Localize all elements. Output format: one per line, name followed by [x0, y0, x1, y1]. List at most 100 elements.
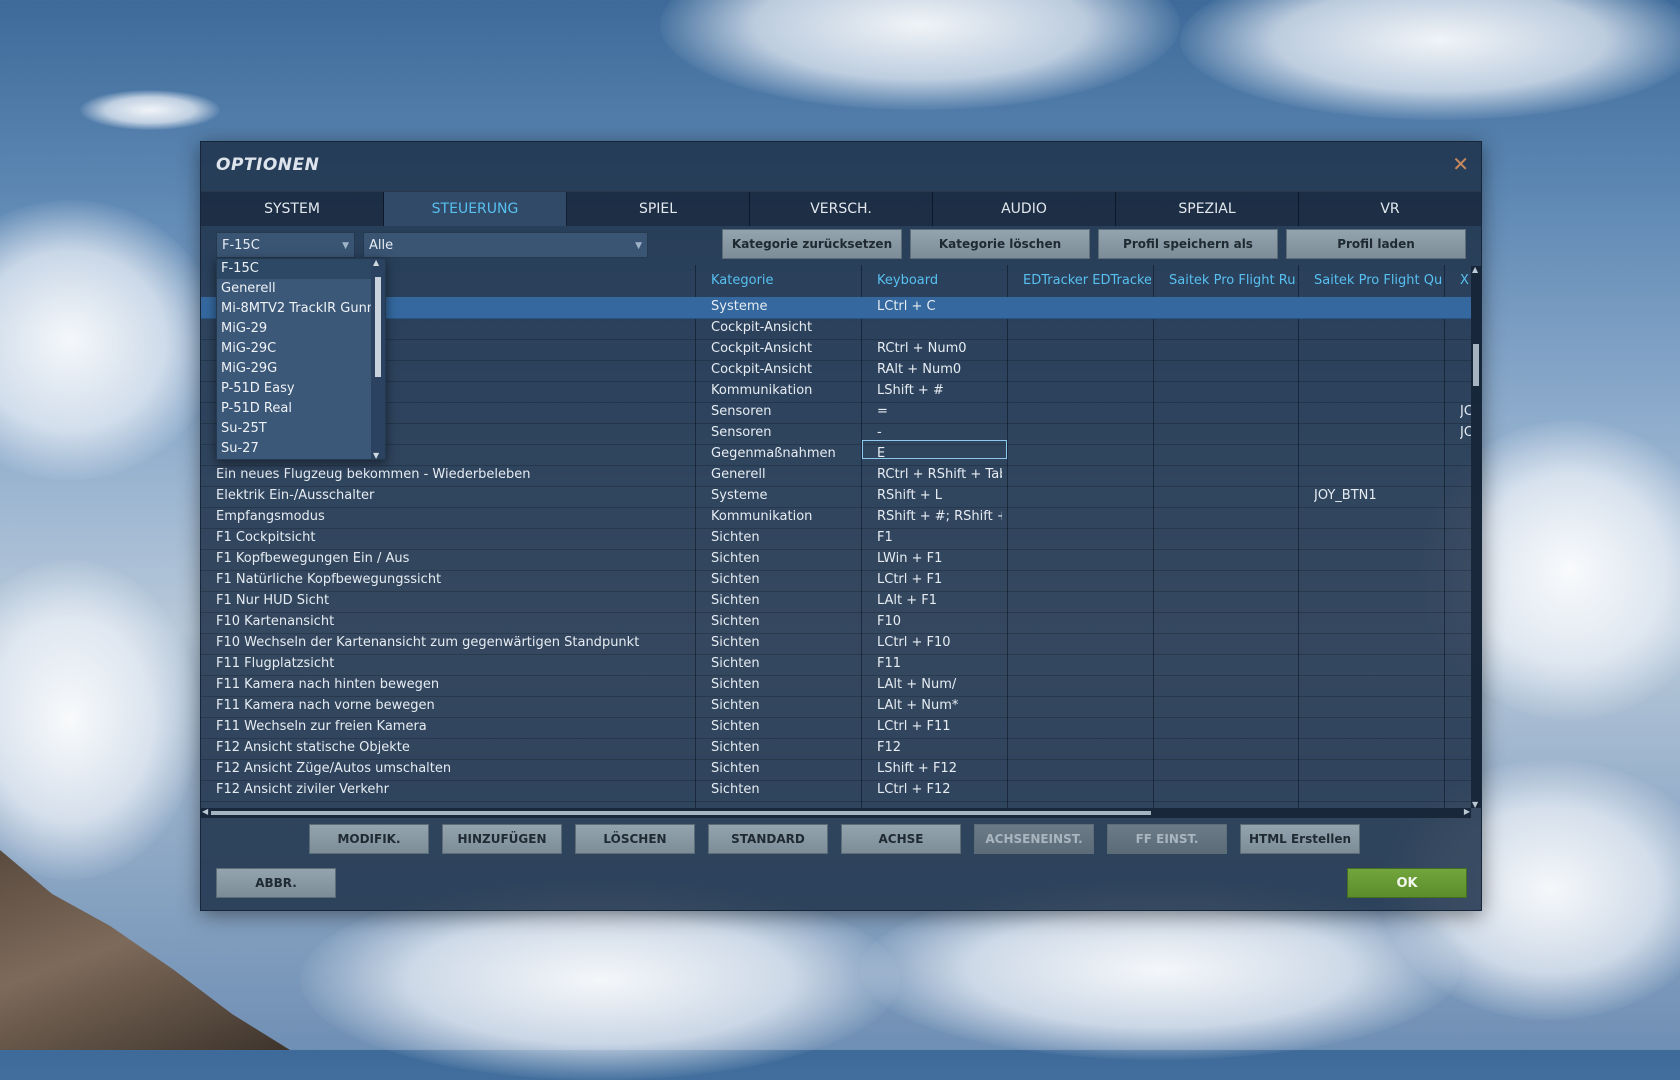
scroll-up-icon[interactable]: ▲: [1472, 265, 1478, 274]
cell-keyboard[interactable]: LAlt + Num/: [877, 677, 1002, 692]
table-row[interactable]: Sensoren - JC: [201, 423, 1471, 445]
tab-spiel[interactable]: SPIEL: [567, 192, 750, 226]
dropdown-item[interactable]: Generell: [217, 279, 385, 299]
cell-extra[interactable]: JC: [1460, 425, 1471, 440]
cell-category[interactable]: Cockpit-Ansicht: [711, 320, 851, 335]
dropdown-item[interactable]: Mi-8MTV2 TrackIR Gunner: [217, 299, 385, 319]
cell-category[interactable]: Sichten: [711, 656, 851, 671]
scrollbar-thumb[interactable]: [375, 277, 381, 377]
dropdown-item[interactable]: Su-27: [217, 439, 385, 459]
close-icon[interactable]: ✕: [1452, 152, 1469, 176]
html-create-button[interactable]: HTML Erstellen: [1240, 824, 1360, 854]
table-row[interactable]: ernCockpit-AnsichtRAlt + Num0: [201, 360, 1471, 382]
delete-category-button[interactable]: Kategorie löschen: [910, 229, 1090, 259]
cell-category[interactable]: Cockpit-Ansicht: [711, 341, 851, 356]
cell-category[interactable]: Kommunikation: [711, 509, 851, 524]
cell-category[interactable]: Sichten: [711, 677, 851, 692]
cell-extra[interactable]: JC: [1460, 404, 1471, 419]
scrollbar-thumb[interactable]: [211, 811, 1151, 815]
load-profile-button[interactable]: Profil laden: [1286, 229, 1466, 259]
header-saitek-quadrant[interactable]: Saitek Pro Flight Qu...: [1314, 273, 1442, 288]
table-row[interactable]: F10 Wechseln der Kartenansicht zum gegen…: [201, 633, 1471, 655]
table-row[interactable]: F1 Nur HUD Sicht Sichten LAlt + F1: [201, 591, 1471, 613]
axis-settings-button[interactable]: ACHSENEINST.: [974, 824, 1094, 854]
cell-category[interactable]: Sichten: [711, 740, 851, 755]
scroll-right-icon[interactable]: ▶: [1464, 807, 1470, 816]
cell-category[interactable]: Sichten: [711, 551, 851, 566]
cell-category[interactable]: Sichten: [711, 593, 851, 608]
cell-category[interactable]: Cockpit-Ansicht: [711, 362, 851, 377]
cell-category[interactable]: Sichten: [711, 530, 851, 545]
dropdown-item[interactable]: MiG-29: [217, 319, 385, 339]
cell-category[interactable]: Sichten: [711, 719, 851, 734]
cell-category[interactable]: Generell: [711, 467, 851, 482]
scrollbar-thumb[interactable]: [1473, 344, 1479, 386]
scroll-down-icon[interactable]: ▼: [373, 451, 379, 459]
add-button[interactable]: HINZUFÜGEN: [442, 824, 562, 854]
table-row[interactable]: F12 Ansicht Züge/Autos umschalten Sichten…: [201, 759, 1471, 781]
header-extra[interactable]: X: [1460, 273, 1471, 288]
cancel-button[interactable]: ABBR.: [216, 868, 336, 898]
cell-keyboard[interactable]: RShift + L: [877, 488, 1002, 503]
cell-category[interactable]: Kommunikation: [711, 383, 851, 398]
aircraft-select[interactable]: F-15C ▼: [216, 232, 355, 258]
table-row[interactable]: F11 Kamera nach vorne bewegen Sichten LAlt…: [201, 696, 1471, 718]
save-profile-as-button[interactable]: Profil speichern als: [1098, 229, 1278, 259]
tab-vr[interactable]: VR: [1299, 192, 1481, 226]
header-keyboard[interactable]: Keyboard: [877, 273, 1002, 288]
modify-button[interactable]: MODIFIK.: [309, 824, 429, 854]
cell-keyboard[interactable]: F1: [877, 530, 1002, 545]
cell-keyboard[interactable]: LShift + #: [877, 383, 1002, 398]
table-row[interactable]: F1 Natürliche Kopfbewegungssicht Sichten L…: [201, 570, 1471, 592]
ff-settings-button[interactable]: FF EINST.: [1107, 824, 1227, 854]
cell-keyboard[interactable]: RCtrl + Num0: [877, 341, 1002, 356]
cell-category[interactable]: Sensoren: [711, 404, 851, 419]
cell-keyboard[interactable]: =: [877, 404, 1002, 419]
cell-saitek-quadrant[interactable]: JOY_BTN1: [1314, 488, 1442, 503]
cell-category[interactable]: Sichten: [711, 635, 851, 650]
dropdown-item[interactable]: P-51D Easy: [217, 379, 385, 399]
table-row[interactable]: nCockpit-AnsichtRCtrl + Num0: [201, 339, 1471, 361]
cell-keyboard[interactable]: LCtrl + F12: [877, 782, 1002, 797]
cell-keyboard[interactable]: -: [877, 425, 1002, 440]
scroll-down-icon[interactable]: ▼: [1472, 800, 1478, 809]
cell-category[interactable]: Sichten: [711, 761, 851, 776]
cell-keyboard[interactable]: LCtrl + C: [877, 299, 1002, 314]
table-row[interactable]: F10 Kartenansicht Sichten F10: [201, 612, 1471, 634]
table-row[interactable]: Ein neues Flugzeug bekommen - Wiederbele…: [201, 465, 1471, 487]
table-row[interactable]: F11 Flugplatzsicht Sichten F11: [201, 654, 1471, 676]
axis-button[interactable]: ACHSE: [841, 824, 961, 854]
table-row[interactable]: Elektrik Ein-/Ausschalter Systeme RShift +…: [201, 486, 1471, 508]
ok-button[interactable]: OK: [1347, 868, 1467, 898]
scroll-up-icon[interactable]: ▲: [373, 259, 379, 267]
aircraft-dropdown-list[interactable]: F-15C Generell Mi-8MTV2 TrackIR Gunner MiG-…: [216, 258, 386, 460]
dropdown-item[interactable]: Su-25T: [217, 419, 385, 439]
cell-category[interactable]: Sichten: [711, 614, 851, 629]
table-row[interactable]: F11 Wechseln zur freien Kamera Sichten LCt…: [201, 717, 1471, 739]
table-row[interactable]: Empfangsmodus Kommunikation RShift + #; RS…: [201, 507, 1471, 529]
table-row[interactable]: F11 Kamera nach hinten bewegen Sichten LAl…: [201, 675, 1471, 697]
delete-button[interactable]: LÖSCHEN: [575, 824, 695, 854]
cell-keyboard[interactable]: F12: [877, 740, 1002, 755]
header-saitek-rudder[interactable]: Saitek Pro Flight Ru...: [1169, 273, 1297, 288]
dropdown-item[interactable]: P-51D Real: [217, 399, 385, 419]
cell-keyboard[interactable]: F11: [877, 656, 1002, 671]
cell-keyboard[interactable]: LWin + F1: [877, 551, 1002, 566]
cell-category[interactable]: Sensoren: [711, 425, 851, 440]
dropdown-item[interactable]: MiG-29C: [217, 339, 385, 359]
table-row[interactable]: F12 Ansicht statische Objekte Sichten F12: [201, 738, 1471, 760]
table-row[interactable]: F1 Kopfbewegungen Ein / Aus Sichten LWin +…: [201, 549, 1471, 571]
tab-spezial[interactable]: SPEZIAL: [1116, 192, 1299, 226]
cell-keyboard[interactable]: LShift + F12: [877, 761, 1002, 776]
cell-category[interactable]: Systeme: [711, 488, 851, 503]
cell-category[interactable]: Systeme: [711, 299, 851, 314]
table-row[interactable]: Sensoren = JC: [201, 402, 1471, 424]
tab-steuerung[interactable]: STEUERUNG: [384, 192, 567, 226]
dropdown-scrollbar[interactable]: ▲ ▼: [371, 259, 385, 459]
header-category[interactable]: Kategorie: [711, 273, 851, 288]
table-row[interactable]: F12 Ansicht ziviler Verkehr Sichten LCtrl …: [201, 780, 1471, 802]
cell-category[interactable]: Sichten: [711, 782, 851, 797]
tab-system[interactable]: SYSTEM: [201, 192, 384, 226]
cell-category[interactable]: Sichten: [711, 572, 851, 587]
table-horizontal-scrollbar[interactable]: ◀ ▶: [201, 807, 1471, 818]
